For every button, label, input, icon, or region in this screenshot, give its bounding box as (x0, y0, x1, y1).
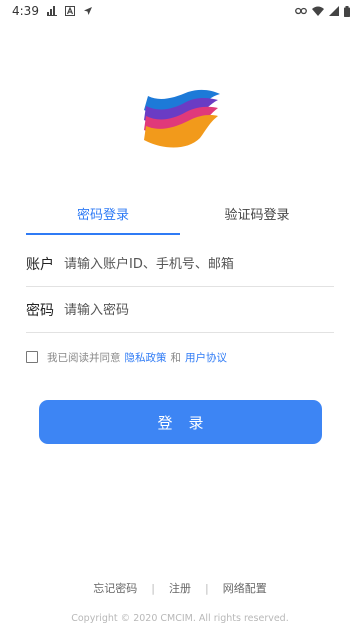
cell-signal-icon (329, 6, 339, 16)
status-time: 4:39 (12, 4, 39, 18)
status-left: 4:39 (12, 4, 93, 18)
account-label: 账户 (26, 257, 54, 273)
privacy-policy-link[interactable]: 隐私政策 (125, 350, 167, 365)
password-label: 密码 (26, 303, 54, 319)
app-logo (138, 88, 222, 150)
password-input[interactable] (64, 302, 334, 318)
account-input[interactable] (64, 256, 334, 272)
signal-bars-icon (46, 6, 57, 16)
password-field-row: 密码 (26, 288, 334, 333)
register-link[interactable]: 注册 (169, 580, 191, 596)
login-tabs: 密码登录 验证码登录 (26, 203, 334, 235)
footer-separator: | (151, 581, 155, 595)
location-arrow-icon (83, 6, 93, 16)
tab-code-login[interactable]: 验证码登录 (180, 203, 334, 235)
login-button[interactable]: 登录 (39, 400, 322, 444)
status-right (295, 5, 350, 17)
forgot-password-link[interactable]: 忘记密码 (93, 580, 137, 596)
copyright-text: Copyright © 2020 CMCIM. All rights reser… (71, 613, 289, 624)
account-field-row: 账户 (26, 242, 334, 287)
network-config-link[interactable]: 网络配置 (223, 580, 267, 596)
tab-password-login[interactable]: 密码登录 (26, 203, 180, 235)
battery-icon (344, 5, 350, 17)
agreement-and: 和 (170, 351, 182, 364)
agreement-prefix: 我已阅读并同意 (47, 351, 121, 364)
notification-a-icon (64, 6, 75, 16)
status-bar: 4:39 (0, 0, 360, 22)
wifi-icon (312, 6, 324, 16)
link-icon (295, 7, 307, 15)
agreement-row: 我已阅读并同意 隐私政策 和 用户协议 (26, 349, 231, 365)
footer-links: 忘记密码 | 注册 | 网络配置 (0, 580, 360, 596)
user-agreement-link[interactable]: 用户协议 (185, 350, 227, 365)
footer-separator: | (205, 581, 209, 595)
tab-active-indicator (26, 233, 180, 235)
agreement-checkbox[interactable] (26, 351, 38, 363)
